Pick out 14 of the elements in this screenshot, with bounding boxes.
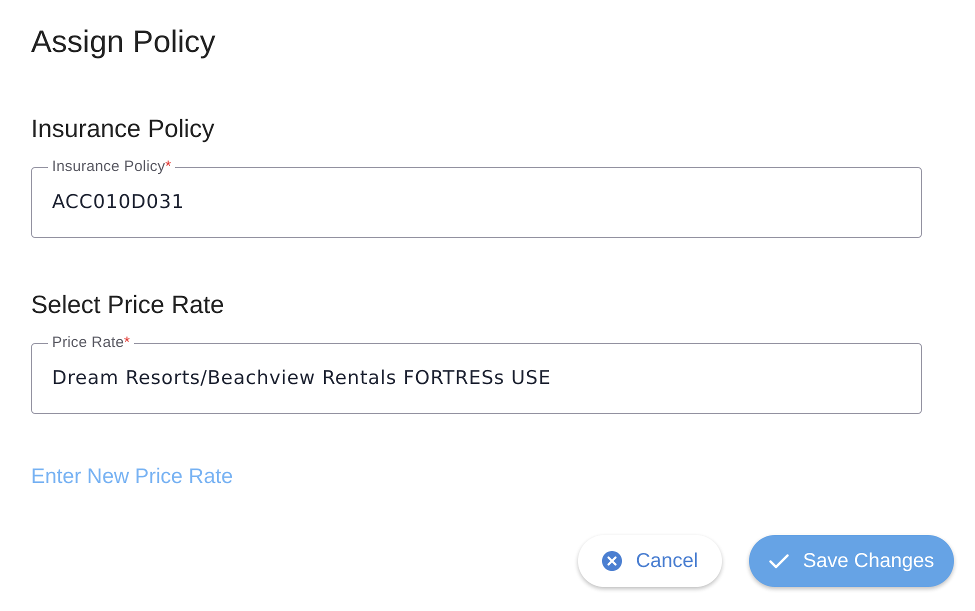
check-icon — [768, 554, 789, 568]
field-label: Insurance Policy — [52, 158, 166, 175]
save-button[interactable]: Save Changes — [749, 535, 954, 587]
enter-price-rate-link[interactable]: Enter New Price Rate — [31, 464, 233, 490]
required-asterisk: * — [124, 334, 130, 351]
text-field[interactable]: Insurance Policy* ACC010D031 — [31, 158, 922, 238]
page-title: Assign Policy — [31, 23, 216, 61]
section-heading: Select Price Rate — [31, 290, 226, 321]
required-asterisk: * — [165, 158, 172, 175]
cancel-button[interactable]: Cancel — [578, 535, 722, 587]
text-field[interactable]: Price Rate* Dream Resorts/Beachview Rentals FORTRESs USE — [31, 334, 922, 414]
field-label: Price Rate — [52, 334, 124, 351]
close-icon — [602, 551, 622, 571]
section-heading: Insurance Policy — [31, 114, 216, 145]
